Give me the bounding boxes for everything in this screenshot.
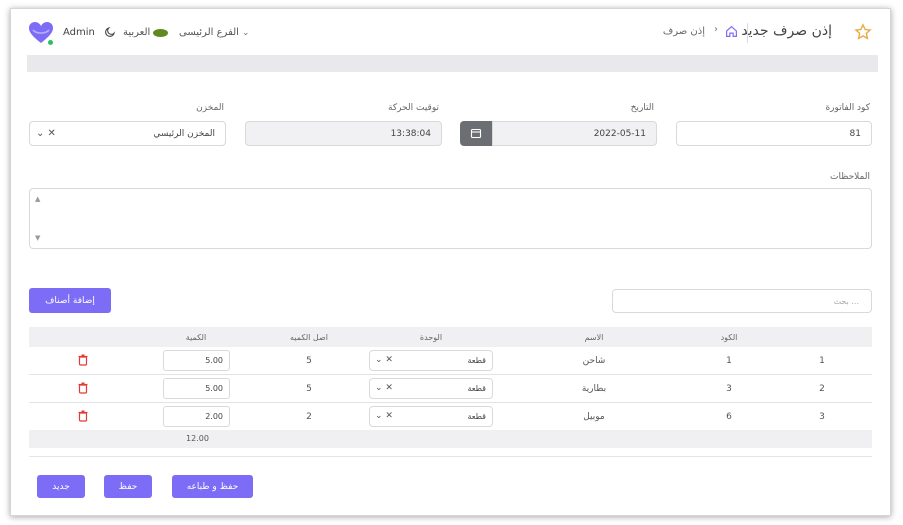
search-placeholder: بحث ...	[833, 297, 859, 306]
table-row: 2 3 بطارية ⌄ ✕ قطعة 5 5.00	[29, 375, 872, 403]
row-name: بطارية	[581, 384, 607, 394]
unit-value: قطعة	[467, 384, 486, 393]
chevron-down-icon: ⌄	[241, 28, 250, 38]
scroll-up-icon[interactable]: ▲	[35, 195, 40, 203]
table-footer: 12.00	[29, 430, 872, 448]
date-label: التاريخ	[630, 103, 654, 113]
row-code: 6	[726, 412, 732, 422]
trash-icon[interactable]	[78, 354, 88, 366]
scroll-down-icon[interactable]: ▼	[35, 234, 40, 242]
row-original-qty: 5	[306, 384, 312, 394]
invoice-code-value: 81	[849, 129, 861, 139]
header-divider	[747, 23, 748, 43]
breadcrumb-item[interactable]: إذن صرف	[663, 26, 705, 37]
unit-select[interactable]: ⌄ ✕ قطعة	[369, 406, 493, 427]
qty-value: 2.00	[205, 412, 223, 421]
clear-chevron-icons[interactable]: ⌄ ✕	[375, 355, 393, 365]
home-icon[interactable]	[725, 25, 738, 38]
qty-input[interactable]: 5.00	[163, 350, 230, 371]
branch-selector[interactable]: الفرع الرئيسى ⌄	[179, 27, 250, 38]
qty-input[interactable]: 2.00	[163, 406, 230, 427]
store-value: المخزن الرئيسي	[153, 129, 215, 139]
row-name: شاحن	[582, 356, 606, 366]
row-index: 2	[819, 384, 825, 394]
row-code: 3	[726, 384, 732, 394]
time-value: 13:38:04	[390, 129, 431, 139]
flag-icon	[153, 29, 168, 37]
unit-value: قطعة	[467, 412, 486, 421]
divider	[29, 456, 872, 457]
row-original-qty: 2	[306, 412, 312, 422]
row-index: 3	[819, 412, 825, 422]
invoice-code-label: كود الفاتورة	[825, 103, 870, 113]
branch-label: الفرع الرئيسى	[179, 27, 239, 38]
save-print-button[interactable]: حفظ و طباعه	[172, 475, 253, 498]
trash-icon[interactable]	[78, 410, 88, 422]
row-index: 1	[819, 356, 825, 366]
moon-icon[interactable]	[104, 26, 116, 38]
row-code: 1	[726, 356, 732, 366]
clear-chevron-icons[interactable]: ⌄ ✕	[36, 128, 56, 139]
date-value: 2022-05-11	[593, 129, 646, 139]
unit-select[interactable]: ⌄ ✕ قطعة	[369, 350, 493, 371]
qty-value: 5.00	[205, 356, 223, 365]
clear-chevron-icons[interactable]: ⌄ ✕	[375, 411, 393, 421]
language-selector[interactable]: العربية	[123, 27, 150, 38]
calendar-button[interactable]	[460, 121, 492, 146]
table-row: 1 1 شاحن ⌄ ✕ قطعة 5 5.00	[29, 347, 872, 375]
unit-value: قطعة	[467, 356, 486, 365]
trash-icon[interactable]	[78, 382, 88, 394]
time-field: 13:38:04	[245, 121, 442, 146]
online-status-dot	[47, 39, 54, 46]
row-original-qty: 5	[306, 356, 312, 366]
time-label: توقيت الحركة	[388, 103, 439, 113]
qty-value: 5.00	[205, 384, 223, 393]
column-unit: الوحدة	[419, 333, 443, 342]
total-qty: 12.00	[186, 434, 209, 443]
calendar-icon	[470, 128, 482, 139]
table-row: 3 6 موبيل ⌄ ✕ قطعة 2 2.00	[29, 403, 872, 431]
save-button[interactable]: حفظ	[104, 475, 152, 498]
notes-label: الملاحظات	[830, 172, 870, 182]
unit-select[interactable]: ⌄ ✕ قطعة	[369, 378, 493, 399]
search-input[interactable]: بحث ...	[612, 289, 872, 313]
notes-textarea[interactable]: ▲ ▼	[29, 188, 872, 249]
top-header: إذن صرف جديد › إذن صرف الفرع الرئيسى ⌄ ال…	[11, 9, 890, 57]
star-icon[interactable]	[854, 23, 872, 41]
items-table-header: الكود الاسم الوحدة اصل الكميه الكمية	[29, 327, 872, 347]
chevron-right-icon: ›	[714, 24, 718, 35]
store-select[interactable]: ⌄ ✕ المخزن الرئيسي	[29, 121, 226, 146]
clear-chevron-icons[interactable]: ⌄ ✕	[375, 383, 393, 393]
user-name[interactable]: Admin	[63, 27, 95, 38]
new-button[interactable]: جديد	[37, 475, 85, 498]
app-window: إذن صرف جديد › إذن صرف الفرع الرئيسى ⌄ ال…	[10, 8, 891, 516]
invoice-code-field[interactable]: 81	[676, 121, 872, 146]
toolbar-strip	[27, 55, 878, 72]
add-items-button[interactable]: إضافة أصناف	[29, 288, 111, 313]
column-name: الاسم	[584, 333, 604, 342]
column-code: الكود	[720, 333, 738, 342]
column-original-qty: اصل الكميه	[289, 333, 329, 342]
date-field[interactable]: 2022-05-11	[492, 121, 657, 146]
column-qty: الكمية	[185, 333, 207, 342]
store-label: المخزن	[196, 103, 224, 113]
row-name: موبيل	[583, 412, 605, 422]
qty-input[interactable]: 5.00	[163, 378, 230, 399]
page-title: إذن صرف جديد	[741, 23, 832, 39]
